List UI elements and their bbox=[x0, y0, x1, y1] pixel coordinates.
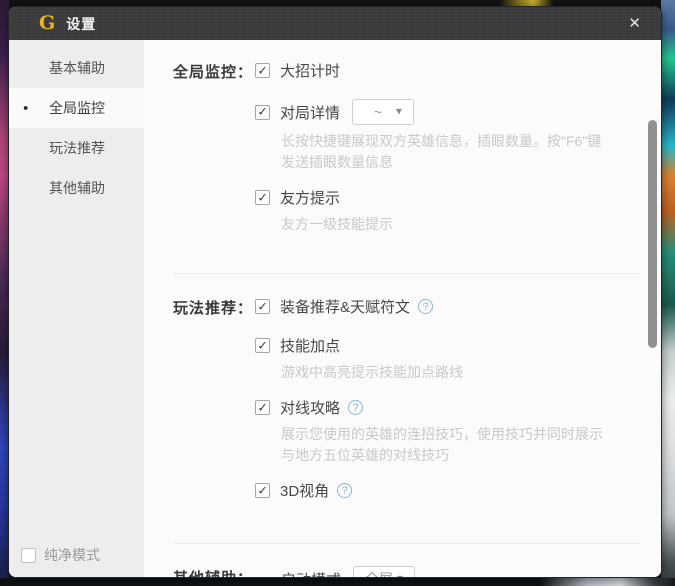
check-icon: ✓ bbox=[257, 300, 267, 312]
view-3d-label: 3D视角 bbox=[280, 480, 329, 501]
chevron-down-icon: ▼ bbox=[395, 573, 405, 578]
ally-tip-hint: 友方一级技能提示 bbox=[281, 214, 661, 235]
section-other-assist: 其他辅助： 启动模式 全屏 ▼ ✓ 英雄快速搜索 在选择英雄页面中快速搜索到您需… bbox=[144, 566, 661, 578]
check-icon: ✓ bbox=[257, 191, 267, 203]
section-title: 玩法推荐： bbox=[144, 296, 255, 519]
match-detail-row: ✓ 对局详情 ~ ▼ bbox=[255, 99, 661, 125]
check-icon: ✓ bbox=[257, 106, 267, 118]
gear-runes-label: 装备推荐&天赋符文 bbox=[280, 296, 410, 317]
launch-mode-dropdown[interactable]: 全屏 ▼ bbox=[353, 566, 415, 578]
gear-runes-row: ✓ 装备推荐&天赋符文 ? bbox=[255, 296, 661, 317]
lane-guide-hint: 展示您使用的英雄的连招技巧，使用技巧并同时展示 bbox=[281, 424, 661, 445]
skill-points-row: ✓ 技能加点 bbox=[255, 335, 661, 356]
view-3d-checkbox[interactable]: ✓ bbox=[255, 483, 270, 498]
pure-mode-checkbox[interactable] bbox=[21, 548, 36, 563]
ult-timer-row: ✓ 大招计时 bbox=[255, 60, 661, 81]
match-detail-hint: 长按快捷键展现双方英雄信息，插眼数量。按"F6"键 bbox=[281, 131, 661, 152]
chevron-down-icon: ▼ bbox=[394, 106, 404, 117]
lane-guide-hint: 与地方五位英雄的对线技巧 bbox=[281, 445, 661, 466]
skill-points-hint: 游戏中高亮提示技能加点路线 bbox=[281, 362, 661, 383]
match-detail-hotkey-dropdown[interactable]: ~ ▼ bbox=[352, 99, 414, 125]
section-gameplay-recommend: 玩法推荐： ✓ 装备推荐&天赋符文 ? ✓ 技能加点 游戏中高亮提示技能加点路线… bbox=[144, 296, 661, 519]
ally-tip-row: ✓ 友方提示 bbox=[255, 187, 661, 208]
skill-points-label: 技能加点 bbox=[280, 335, 340, 356]
sidebar-item-global-monitor[interactable]: ● 全局监控 bbox=[9, 88, 144, 128]
pure-mode-toggle[interactable]: 纯净模式 bbox=[21, 545, 100, 565]
section-title: 全局监控： bbox=[144, 60, 255, 249]
help-icon[interactable]: ? bbox=[348, 400, 363, 415]
help-icon[interactable]: ? bbox=[418, 299, 433, 314]
help-icon[interactable]: ? bbox=[337, 483, 352, 498]
close-icon[interactable]: ✕ bbox=[624, 14, 645, 33]
sidebar-item-other-assist[interactable]: 其他辅助 bbox=[9, 168, 144, 208]
match-detail-label: 对局详情 bbox=[280, 102, 340, 123]
match-detail-checkbox[interactable]: ✓ bbox=[255, 105, 270, 120]
gear-runes-checkbox[interactable]: ✓ bbox=[255, 299, 270, 314]
pure-mode-label: 纯净模式 bbox=[44, 545, 100, 565]
ult-timer-checkbox[interactable]: ✓ bbox=[255, 63, 270, 78]
sidebar-item-label: 其他辅助 bbox=[49, 178, 105, 198]
check-icon: ✓ bbox=[257, 484, 267, 496]
section-global-monitor: 全局监控： ✓ 大招计时 ✓ 对局详情 ~ ▼ 长按快捷键展现双方英雄 bbox=[144, 60, 661, 249]
lane-guide-label: 对线攻略 bbox=[280, 397, 340, 418]
section-divider bbox=[173, 543, 640, 544]
check-icon: ✓ bbox=[257, 339, 267, 351]
ult-timer-label: 大招计时 bbox=[280, 60, 340, 81]
scrollbar-thumb[interactable] bbox=[648, 120, 657, 348]
settings-window: G 设置 ✕ 基本辅助 ● 全局监控 玩法推荐 其他辅助 纯净模式 bbox=[8, 6, 662, 578]
app-logo-icon: G bbox=[39, 14, 55, 33]
dropdown-value: 全屏 bbox=[354, 569, 414, 578]
check-icon: ✓ bbox=[257, 64, 267, 76]
section-title: 其他辅助： bbox=[144, 566, 255, 578]
window-title: 设置 bbox=[66, 14, 96, 34]
view-3d-row: ✓ 3D视角 ? bbox=[255, 480, 661, 501]
titlebar[interactable]: G 设置 ✕ bbox=[9, 7, 661, 40]
launch-mode-label: 启动模式 bbox=[281, 569, 341, 579]
settings-content: 全局监控： ✓ 大招计时 ✓ 对局详情 ~ ▼ 长按快捷键展现双方英雄 bbox=[144, 40, 661, 578]
lane-guide-checkbox[interactable]: ✓ bbox=[255, 400, 270, 415]
ally-tip-label: 友方提示 bbox=[280, 187, 340, 208]
launch-mode-row: 启动模式 全屏 ▼ bbox=[281, 566, 661, 578]
sidebar-item-gameplay-recommend[interactable]: 玩法推荐 bbox=[9, 128, 144, 168]
sidebar-item-basic-assist[interactable]: 基本辅助 bbox=[9, 48, 144, 88]
section-divider bbox=[173, 273, 640, 274]
ally-tip-checkbox[interactable]: ✓ bbox=[255, 190, 270, 205]
sidebar-item-label: 基本辅助 bbox=[49, 58, 105, 78]
lane-guide-row: ✓ 对线攻略 ? bbox=[255, 397, 661, 418]
desktop-background-right bbox=[661, 0, 675, 586]
skill-points-checkbox[interactable]: ✓ bbox=[255, 338, 270, 353]
active-bullet-icon: ● bbox=[23, 104, 28, 113]
sidebar-item-label: 全局监控 bbox=[49, 98, 105, 118]
check-icon: ✓ bbox=[257, 401, 267, 413]
dropdown-value: ~ bbox=[353, 104, 413, 120]
match-detail-hint: 发送插眼数量信息 bbox=[281, 152, 661, 173]
desktop-background-bottom bbox=[0, 578, 675, 586]
sidebar-item-label: 玩法推荐 bbox=[49, 138, 105, 158]
sidebar: 基本辅助 ● 全局监控 玩法推荐 其他辅助 纯净模式 bbox=[9, 40, 144, 578]
